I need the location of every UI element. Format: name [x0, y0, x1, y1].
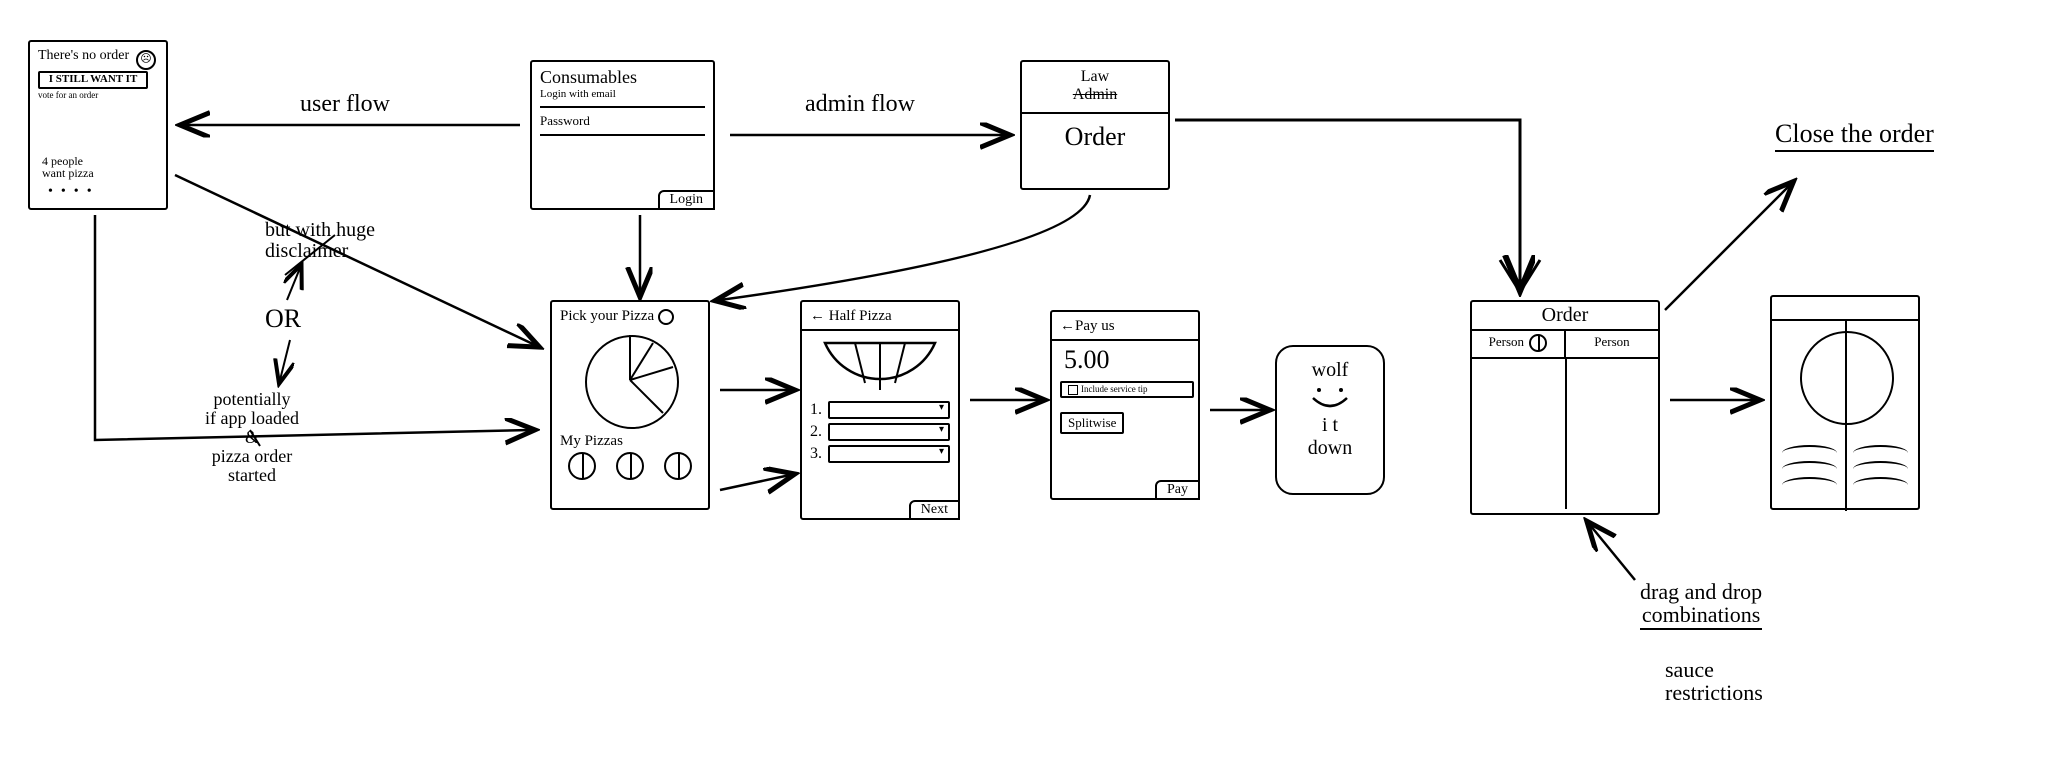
back-icon[interactable]: ←	[810, 308, 825, 324]
people-want-pizza: 4 people want pizza	[42, 155, 94, 180]
vote-sub: vote for an order	[38, 91, 158, 101]
pizza-pie-chart	[585, 335, 675, 425]
mini-pizza-icon	[1529, 334, 1547, 352]
i-still-want-it-button[interactable]: I STILL WANT IT	[38, 71, 148, 89]
splitwise-button[interactable]: Splitwise	[1060, 412, 1124, 434]
half-row-1-dropdown[interactable]: ▾	[828, 401, 950, 419]
ann-or: OR	[265, 305, 301, 332]
mini-pizza-icon	[664, 452, 692, 480]
ann-close-order: Close the order	[1775, 120, 1934, 147]
my-pizzas-row	[560, 452, 700, 480]
dots-icon: ••••	[48, 184, 100, 200]
pay-amount: 5.00	[1064, 345, 1186, 375]
half-row-2-dropdown[interactable]: ▾	[828, 423, 950, 441]
next-button[interactable]: Next	[909, 500, 960, 520]
screen-no-order: There's no order ☹ I STILL WANT IT vote …	[28, 40, 168, 210]
screen-author: Law Admin Order	[1020, 60, 1170, 190]
half-row-2-label: 2.	[810, 423, 822, 441]
ann-drag-drop: drag and drop combinations	[1640, 580, 1762, 630]
wolf-l2: i t	[1277, 414, 1383, 437]
login-button[interactable]: Login	[658, 190, 715, 210]
wolf-l3: down	[1277, 437, 1383, 460]
wireframe-flow-diagram: There's no order ☹ I STILL WANT IT vote …	[0, 0, 2048, 767]
screen-pick-pizza: Pick your Pizza My Pizzas	[550, 300, 710, 510]
half-title: ← Half Pizza	[810, 308, 950, 325]
login-sub: Login with email	[540, 88, 705, 100]
circle-icon	[658, 309, 674, 325]
order-split-title: Order	[1472, 302, 1658, 329]
ann-disclaimer: but with huge disclaimer	[265, 220, 375, 262]
screen-wolf-it-down: wolf i t down	[1275, 345, 1385, 495]
screen-half-pizza: ← Half Pizza 1. ▾ 2. ▾ 3. ▾ Next	[800, 300, 960, 520]
screen-combined-pizza	[1770, 295, 1920, 510]
half-pizza-icon	[810, 335, 950, 395]
author-admin-struck: Admin	[1030, 86, 1160, 104]
order-split-right-header: Person	[1566, 331, 1658, 357]
checkbox-icon	[1068, 385, 1078, 395]
label-user-flow: user flow	[300, 92, 390, 117]
half-row-3-label: 3.	[810, 445, 822, 463]
back-icon[interactable]: ←	[1060, 318, 1075, 334]
ann-sauce: sauce restrictions	[1665, 658, 1763, 704]
author-order: Order	[1030, 122, 1160, 152]
sad-face-icon: ☹	[136, 50, 156, 70]
ann-app-loaded: potentially if app loaded & pizza order …	[205, 390, 299, 484]
password-label: Password	[540, 114, 705, 128]
screen-order-split: Order Person Person	[1470, 300, 1660, 515]
pay-button[interactable]: Pay	[1155, 480, 1200, 500]
include-tip-checkbox[interactable]: Include service tip	[1060, 381, 1194, 398]
wolf-l1: wolf	[1277, 359, 1383, 382]
login-title: Consumables	[540, 68, 705, 88]
half-row-1-label: 1.	[810, 401, 822, 419]
mini-pizza-icon	[616, 452, 644, 480]
my-pizzas-label: My Pizzas	[560, 433, 700, 450]
chevron-down-icon: ▾	[939, 446, 944, 457]
chevron-down-icon: ▾	[939, 402, 944, 413]
screen-login: Consumables Login with email Password Lo…	[530, 60, 715, 210]
order-split-left-header: Person	[1472, 331, 1566, 357]
label-admin-flow: admin flow	[805, 92, 915, 117]
author-law: Law	[1030, 68, 1160, 86]
screen-pay: ←Pay us 5.00 Include service tip Splitwi…	[1050, 310, 1200, 500]
half-row-3-dropdown[interactable]: ▾	[828, 445, 950, 463]
pick-title: Pick your Pizza	[560, 308, 700, 325]
chevron-down-icon: ▾	[939, 424, 944, 435]
pay-title: ←Pay us	[1060, 318, 1190, 335]
smile-icon	[1305, 384, 1355, 412]
mini-pizza-icon	[568, 452, 596, 480]
